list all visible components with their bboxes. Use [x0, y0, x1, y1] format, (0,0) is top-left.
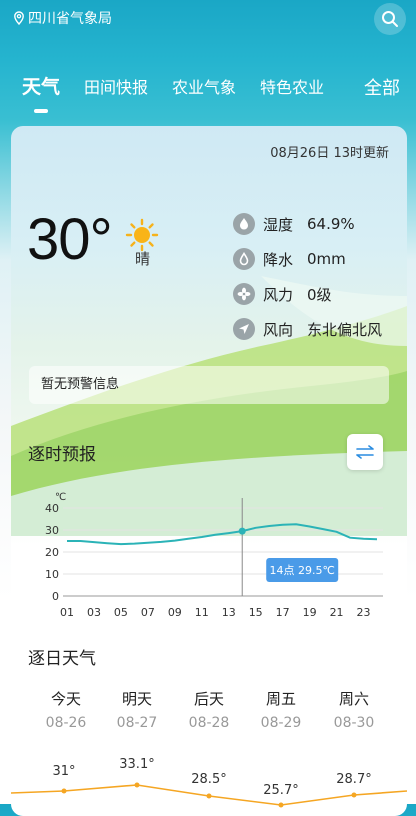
hourly-forecast-title: 逐时预报	[28, 445, 96, 465]
x-tick-label: 19	[303, 606, 317, 619]
tooltip-text: 14点 29.5℃	[270, 564, 335, 577]
y-tick-label: 20	[45, 546, 59, 559]
metric-precipitation: 降水 0mm	[233, 248, 346, 270]
x-tick-label: 21	[330, 606, 344, 619]
x-tick-label: 17	[276, 606, 290, 619]
temperature-series-line	[67, 523, 378, 546]
x-tick-label: 15	[249, 606, 263, 619]
category-tabs: 天气 田间快报 农业气象 特色农业 全部	[0, 70, 416, 110]
direction-icon	[233, 318, 255, 340]
humidity-icon	[233, 213, 255, 235]
metric-wind-force: 风力 0级	[233, 283, 332, 305]
swap-arrows-icon	[356, 445, 374, 459]
y-tick-label: 10	[45, 568, 59, 581]
rain-drop-icon	[233, 248, 255, 270]
metric-value: 0mm	[307, 250, 346, 268]
x-tick-label: 01	[60, 606, 74, 619]
tab-agri-meteorology[interactable]: 农业气象	[172, 74, 236, 98]
metric-label: 降水	[263, 250, 294, 269]
highlight-point	[238, 527, 246, 535]
x-tick-label: 23	[357, 606, 371, 619]
weather-card: 08月26日 13时更新 30° 晴 湿度 64.9% 降水 0mm 风力 0级	[11, 126, 407, 816]
x-tick-label: 07	[141, 606, 155, 619]
search-icon	[382, 11, 398, 27]
location-pin-icon	[14, 11, 24, 25]
daily-temperature-line	[11, 782, 407, 808]
sunny-icon	[125, 218, 159, 252]
daily-weather-title: 逐日天气	[28, 649, 96, 669]
day-date: 08-28	[188, 715, 230, 731]
day-column[interactable]: 周六 08-30	[324, 688, 384, 731]
day-date: 08-29	[260, 715, 302, 731]
metric-humidity: 湿度 64.9%	[233, 213, 355, 235]
day-high-temp: 33.1°	[119, 757, 155, 772]
metric-label: 湿度	[263, 215, 294, 234]
hourly-temperature-chart[interactable]: ℃01020304001 03 05 07 09 11 13 15 17 19 21 2314点 29…	[21, 486, 397, 626]
day-column[interactable]: 后天 08-28	[179, 688, 239, 731]
x-tick-label: 05	[114, 606, 128, 619]
tab-special-agriculture[interactable]: 特色农业	[260, 74, 324, 98]
tab-all[interactable]: 全部	[364, 74, 400, 100]
top-bar: 四川省气象局	[0, 0, 416, 40]
day-column[interactable]: 今天 08-26	[36, 688, 96, 731]
location-label: 四川省气象局	[28, 11, 112, 27]
y-tick-label: 40	[45, 502, 59, 515]
day-date: 08-27	[116, 715, 158, 731]
tab-field-report[interactable]: 田间快报	[84, 74, 148, 98]
day-column[interactable]: 明天 08-27	[107, 688, 167, 731]
metric-label: 风向	[263, 320, 294, 339]
day-date: 08-30	[333, 715, 375, 731]
metric-value: 东北偏北风	[307, 320, 383, 339]
day-name: 周五	[265, 690, 296, 708]
x-tick-label: 03	[87, 606, 101, 619]
active-tab-indicator	[34, 109, 48, 113]
update-time: 08月26日 13时更新	[270, 146, 389, 161]
y-tick-label: 0	[52, 590, 59, 603]
location-selector[interactable]: 四川省气象局	[12, 8, 112, 28]
y-tick-label: 30	[45, 524, 59, 537]
warning-banner[interactable]: 暂无预警信息	[29, 366, 389, 404]
x-tick-label: 13	[222, 606, 236, 619]
x-tick-label: 11	[195, 606, 209, 619]
metric-value: 64.9%	[307, 215, 355, 233]
current-temperature: 30°	[27, 207, 113, 272]
day-name: 明天	[121, 690, 152, 708]
metric-wind-direction: 风向 东北偏北风	[233, 318, 382, 340]
metric-value: 0级	[307, 285, 332, 304]
day-name: 后天	[193, 690, 224, 708]
search-button[interactable]	[374, 3, 406, 35]
fan-icon	[233, 283, 255, 305]
day-column[interactable]: 周五 08-29	[251, 688, 311, 731]
toggle-view-button[interactable]	[347, 434, 383, 470]
tab-weather[interactable]: 天气	[22, 72, 60, 99]
metric-label: 风力	[263, 285, 294, 304]
day-high-temp: 31°	[52, 764, 76, 779]
x-tick-label: 09	[168, 606, 182, 619]
weather-condition: 晴	[135, 250, 151, 268]
day-date: 08-26	[45, 715, 87, 731]
day-name: 周六	[338, 690, 369, 708]
day-name: 今天	[50, 690, 81, 708]
